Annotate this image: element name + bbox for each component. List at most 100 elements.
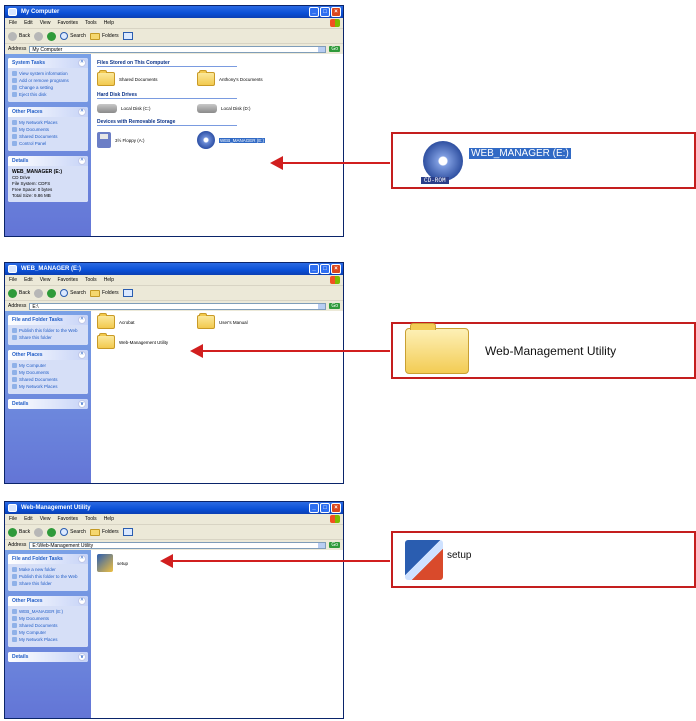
forward-button[interactable] — [34, 31, 44, 41]
menu-tools[interactable]: Tools — [85, 514, 97, 524]
place-shared-documents[interactable]: Shared Documents — [12, 377, 84, 382]
collapse-icon[interactable]: ^ — [78, 351, 86, 359]
task-publish-web[interactable]: Publish this folder to the Web — [12, 328, 84, 333]
task-publish-web[interactable]: Publish this folder to the Web — [12, 574, 84, 579]
menu-edit[interactable]: Edit — [24, 275, 33, 285]
views-button[interactable] — [122, 289, 133, 297]
close-button[interactable]: × — [331, 264, 341, 274]
task-eject[interactable]: Eject this disk — [12, 92, 84, 97]
back-button[interactable]: Back — [8, 527, 30, 537]
menu-help[interactable]: Help — [104, 18, 114, 28]
users-manual-folder[interactable]: User's Manual — [197, 313, 285, 329]
address-input[interactable]: My Computer — [29, 45, 327, 53]
panel-header[interactable]: System Tasks ^ — [8, 58, 88, 68]
panel-header[interactable]: File and Folder Tasks ^ — [8, 554, 88, 564]
title-bar[interactable]: My Computer _ □ × — [5, 6, 343, 18]
web-manager-cd-item[interactable]: WEB_MANAGER (E:) — [197, 131, 285, 149]
collapse-icon[interactable]: ^ — [78, 108, 86, 116]
panel-header[interactable]: File and Folder Tasks ^ — [8, 315, 88, 325]
collapse-icon[interactable]: ^ — [78, 555, 86, 563]
minimize-button[interactable]: _ — [309, 7, 319, 17]
web-management-utility-folder[interactable]: Web-Management Utility — [97, 333, 185, 349]
menu-tools[interactable]: Tools — [85, 18, 97, 28]
task-share-folder[interactable]: Share this folder — [12, 581, 84, 586]
address-input[interactable]: E:\Web-Management Utility — [29, 541, 327, 549]
place-network[interactable]: My Network Places — [12, 120, 84, 125]
acrobat-folder[interactable]: Acrobat — [97, 313, 185, 329]
title-bar[interactable]: WEB_MANAGER (E:) _ □ × — [5, 263, 343, 275]
menu-view[interactable]: View — [40, 18, 51, 28]
place-my-documents[interactable]: My Documents — [12, 127, 84, 132]
go-button[interactable]: Go — [329, 46, 340, 52]
back-button[interactable]: Back — [8, 288, 30, 298]
place-network[interactable]: My Network Places — [12, 637, 84, 642]
place-web-manager[interactable]: WEB_MANAGER (E:) — [12, 609, 84, 614]
panel-header[interactable]: Other Places ^ — [8, 596, 88, 606]
menu-edit[interactable]: Edit — [24, 514, 33, 524]
panel-header[interactable]: Details v — [8, 399, 88, 409]
shared-documents-item[interactable]: Shared Documents — [97, 70, 185, 86]
maximize-button[interactable]: □ — [320, 264, 330, 274]
place-my-documents[interactable]: My Documents — [12, 616, 84, 621]
views-button[interactable] — [122, 528, 133, 536]
task-add-remove[interactable]: Add or remove programs — [12, 78, 84, 83]
folders-button[interactable]: Folders — [89, 289, 119, 297]
place-network[interactable]: My Network Places — [12, 384, 84, 389]
place-my-documents[interactable]: My Documents — [12, 370, 84, 375]
menu-help[interactable]: Help — [104, 275, 114, 285]
folders-button[interactable]: Folders — [89, 32, 119, 40]
up-folder-button[interactable] — [47, 527, 57, 537]
dropdown-icon[interactable] — [318, 303, 326, 309]
search-button[interactable]: Search — [60, 528, 86, 536]
back-button[interactable]: Back — [8, 31, 30, 41]
panel-header[interactable]: Other Places ^ — [8, 350, 88, 360]
task-share-folder[interactable]: Share this folder — [12, 335, 84, 340]
menu-favorites[interactable]: Favorites — [57, 18, 78, 28]
maximize-button[interactable]: □ — [320, 7, 330, 17]
forward-button[interactable] — [34, 288, 44, 298]
dropdown-icon[interactable] — [318, 46, 326, 52]
menu-edit[interactable]: Edit — [24, 18, 33, 28]
views-button[interactable] — [122, 32, 133, 40]
menu-favorites[interactable]: Favorites — [57, 275, 78, 285]
menu-file[interactable]: File — [9, 275, 17, 285]
forward-button[interactable] — [34, 527, 44, 537]
collapse-icon[interactable]: ^ — [78, 157, 86, 165]
collapse-icon[interactable]: ^ — [78, 316, 86, 324]
panel-header[interactable]: Details ^ — [8, 156, 88, 166]
go-button[interactable]: Go — [329, 303, 340, 309]
place-my-computer[interactable]: My Computer — [12, 363, 84, 368]
menu-help[interactable]: Help — [104, 514, 114, 524]
search-button[interactable]: Search — [60, 32, 86, 40]
minimize-button[interactable]: _ — [309, 503, 319, 513]
local-disk-c-item[interactable]: Local Disk (C:) — [97, 104, 185, 113]
folders-button[interactable]: Folders — [89, 528, 119, 536]
place-control-panel[interactable]: Control Panel — [12, 141, 84, 146]
anthonys-documents-item[interactable]: Anthony's Documents — [197, 70, 285, 86]
maximize-button[interactable]: □ — [320, 503, 330, 513]
dropdown-icon[interactable] — [318, 542, 326, 548]
menu-tools[interactable]: Tools — [85, 275, 97, 285]
up-folder-button[interactable] — [47, 288, 57, 298]
expand-icon[interactable]: v — [78, 400, 86, 408]
place-my-computer[interactable]: My Computer — [12, 630, 84, 635]
close-button[interactable]: × — [331, 7, 341, 17]
place-shared-documents[interactable]: Shared Documents — [12, 134, 84, 139]
address-input[interactable]: E:\ — [29, 302, 327, 310]
go-button[interactable]: Go — [329, 542, 340, 548]
panel-header[interactable]: Other Places ^ — [8, 107, 88, 117]
task-view-system-info[interactable]: View system information — [12, 71, 84, 76]
local-disk-d-item[interactable]: Local Disk (D:) — [197, 104, 285, 113]
collapse-icon[interactable]: ^ — [78, 597, 86, 605]
menu-favorites[interactable]: Favorites — [57, 514, 78, 524]
search-button[interactable]: Search — [60, 289, 86, 297]
up-folder-button[interactable] — [47, 31, 57, 41]
title-bar[interactable]: Web-Management Utility _ □ × — [5, 502, 343, 514]
task-change-setting[interactable]: Change a setting — [12, 85, 84, 90]
close-button[interactable]: × — [331, 503, 341, 513]
task-new-folder[interactable]: Make a new folder — [12, 567, 84, 572]
collapse-icon[interactable]: ^ — [78, 59, 86, 67]
place-shared-documents[interactable]: Shared Documents — [12, 623, 84, 628]
menu-file[interactable]: File — [9, 18, 17, 28]
minimize-button[interactable]: _ — [309, 264, 319, 274]
